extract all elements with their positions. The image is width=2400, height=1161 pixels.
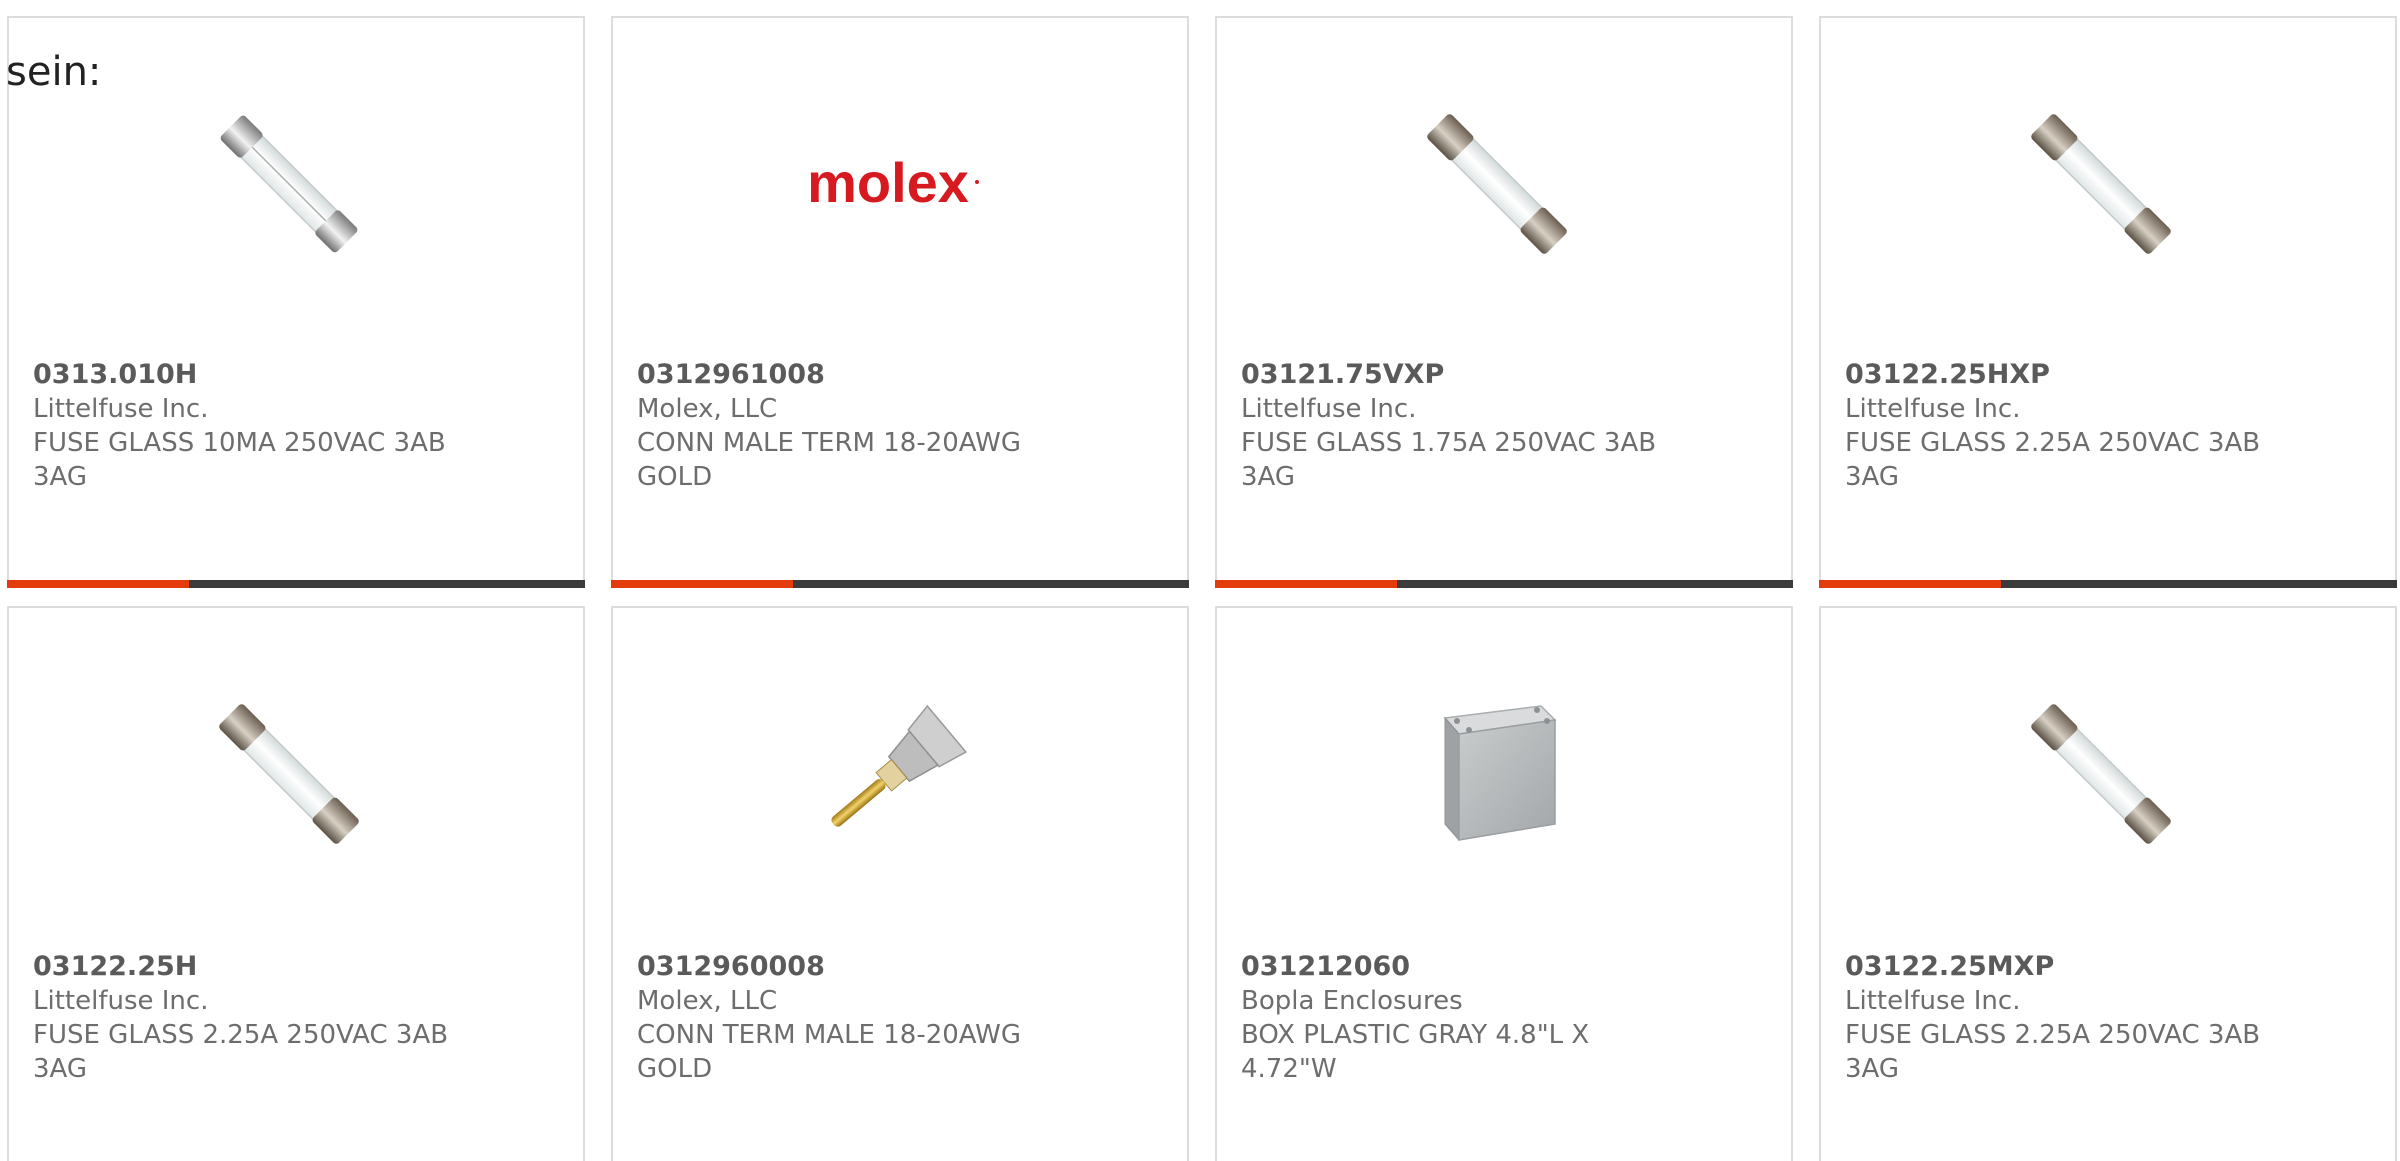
- product-info: 03122.25MXP Littelfuse Inc. FUSE GLASS 2…: [1845, 950, 2285, 1086]
- card-bottom-bar: [1215, 580, 1793, 588]
- description: CONN TERM MALE 18-20AWG GOLD: [637, 1020, 1022, 1084]
- part-number-link[interactable]: 03121.75VXP: [1241, 358, 1681, 392]
- manufacturer: Bopla Enclosures: [1241, 986, 1463, 1016]
- card-accent: [7, 580, 189, 588]
- description: FUSE GLASS 2.25A 250VAC 3AB 3AG: [1845, 1020, 2261, 1084]
- card-bottom-bar: [611, 580, 1189, 588]
- glass-fuse-brass-icon: [2001, 84, 2201, 284]
- part-number-link[interactable]: 0312961008: [637, 358, 1077, 392]
- description: FUSE GLASS 2.25A 250VAC 3AB 3AG: [1845, 428, 2261, 492]
- manufacturer: Littelfuse Inc.: [33, 394, 209, 424]
- crimp-terminal-icon: [793, 674, 993, 874]
- description: FUSE GLASS 10MA 250VAC 3AB 3AG: [33, 428, 446, 492]
- product-info: 03122.25H Littelfuse Inc. FUSE GLASS 2.2…: [33, 950, 473, 1086]
- product-info: 03122.25HXP Littelfuse Inc. FUSE GLASS 2…: [1845, 358, 2285, 494]
- manufacturer: Littelfuse Inc.: [1241, 394, 1417, 424]
- product-card[interactable]: 0313.010H Littelfuse Inc. FUSE GLASS 10M…: [7, 16, 585, 588]
- svg-text:molex: molex: [807, 151, 969, 214]
- product-card[interactable]: 031212060 Bopla Enclosures BOX PLASTIC G…: [1215, 606, 1793, 1161]
- description: FUSE GLASS 1.75A 250VAC 3AB 3AG: [1241, 428, 1657, 492]
- product-card[interactable]: 03121.75VXP Littelfuse Inc. FUSE GLASS 1…: [1215, 16, 1793, 588]
- product-card[interactable]: 03122.25H Littelfuse Inc. FUSE GLASS 2.2…: [7, 606, 585, 1161]
- manufacturer: Littelfuse Inc.: [1845, 394, 2021, 424]
- manufacturer: Littelfuse Inc.: [1845, 986, 2021, 1016]
- manufacturer: Littelfuse Inc.: [33, 986, 209, 1016]
- product-info: 0313.010H Littelfuse Inc. FUSE GLASS 10M…: [33, 358, 473, 494]
- product-info: 0312961008 Molex, LLC CONN MALE TERM 18-…: [637, 358, 1077, 494]
- product-card[interactable]: 03122.25MXP Littelfuse Inc. FUSE GLASS 2…: [1819, 606, 2397, 1161]
- part-number-link[interactable]: 03122.25H: [33, 950, 473, 984]
- manufacturer: Molex, LLC: [637, 394, 778, 424]
- product-info: 031212060 Bopla Enclosures BOX PLASTIC G…: [1241, 950, 1681, 1086]
- gray-enclosure-box-icon: [1397, 674, 1597, 874]
- molex-logo: molex: [793, 84, 993, 284]
- product-info: 03121.75VXP Littelfuse Inc. FUSE GLASS 1…: [1241, 358, 1681, 494]
- description: BOX PLASTIC GRAY 4.8"L X 4.72"W: [1241, 1020, 1590, 1084]
- product-info: 0312960008 Molex, LLC CONN TERM MALE 18-…: [637, 950, 1077, 1086]
- description: FUSE GLASS 2.25A 250VAC 3AB 3AG: [33, 1020, 449, 1084]
- card-bottom-bar: [7, 580, 585, 588]
- glass-fuse-brass-icon: [1397, 84, 1597, 284]
- part-number-link[interactable]: 0312960008: [637, 950, 1077, 984]
- card-accent: [1215, 580, 1397, 588]
- part-number-link[interactable]: 0313.010H: [33, 358, 473, 392]
- card-accent: [1819, 580, 2001, 588]
- part-number-link[interactable]: 03122.25MXP: [1845, 950, 2285, 984]
- glass-fuse-brass-icon: [189, 674, 389, 874]
- product-card[interactable]: 0312960008 Molex, LLC CONN TERM MALE 18-…: [611, 606, 1189, 1161]
- part-number-link[interactable]: 03122.25HXP: [1845, 358, 2285, 392]
- product-grid-page: sein: 0313.010H Littelfuse Inc. FUSE GLA…: [0, 0, 2400, 1161]
- page-heading: sein:: [6, 49, 102, 95]
- description: CONN MALE TERM 18-20AWG GOLD: [637, 428, 1022, 492]
- card-accent: [611, 580, 793, 588]
- card-bottom-bar: [1819, 580, 2397, 588]
- glass-fuse-brass-icon: [2001, 674, 2201, 874]
- manufacturer: Molex, LLC: [637, 986, 778, 1016]
- glass-fuse-silver-icon: [189, 84, 389, 284]
- product-card[interactable]: 03122.25HXP Littelfuse Inc. FUSE GLASS 2…: [1819, 16, 2397, 588]
- product-card[interactable]: molex 0312961008 Molex, LLC CONN MALE TE…: [611, 16, 1189, 588]
- part-number-link[interactable]: 031212060: [1241, 950, 1681, 984]
